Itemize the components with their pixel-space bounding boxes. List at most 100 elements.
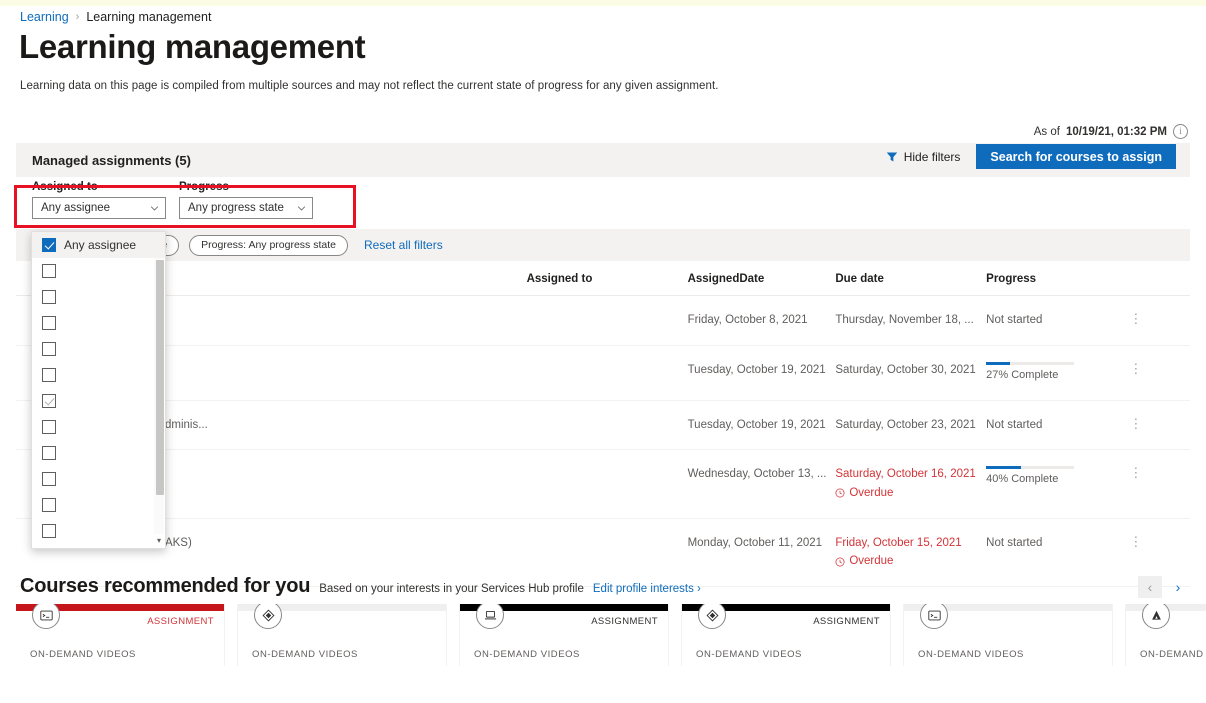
- checkbox-icon[interactable]: [42, 498, 56, 512]
- card-body: ASSIGNMENT ON-DEMAND VIDEOS: [16, 604, 224, 666]
- due-date-value: Saturday, October 23, 2021: [835, 418, 976, 431]
- assigned-to-value: Any assignee: [41, 202, 111, 214]
- checkbox-icon[interactable]: [42, 264, 56, 278]
- assignments-table: Course Assigned to AssignedDate Due date…: [16, 261, 1190, 587]
- progress-label: Not started: [986, 536, 1043, 549]
- checkbox-icon[interactable]: [42, 316, 56, 330]
- funnel-icon: [886, 151, 898, 163]
- card-content-type: ON-DEMAND VIDEOS: [918, 649, 1024, 660]
- table-row[interactable]: ation SkillsWednesday, October 13, ...Sa…: [16, 449, 1190, 519]
- laptop-icon: [476, 604, 504, 629]
- table-row[interactable]: Friday, October 8, 2021 Thursday, Novembe…: [16, 295, 1190, 346]
- terminal-icon: [920, 604, 948, 629]
- dropdown-option[interactable]: [32, 388, 165, 414]
- cell-assigned-date: Wednesday, October 13, ...: [687, 449, 836, 519]
- cell-actions: ⋮: [1128, 295, 1190, 346]
- card-content-type: ON-DEMAND VIDEOS: [30, 649, 136, 660]
- breadcrumb-separator-icon: ›: [75, 11, 80, 23]
- card-assignment-tag: ASSIGNMENT: [591, 616, 658, 627]
- card-content-type: ON-DEMAND VIDEOS: [252, 649, 358, 660]
- cell-assigned-date: Tuesday, October 19, 2021: [687, 400, 836, 451]
- dropdown-option[interactable]: [32, 310, 165, 336]
- checkbox-icon[interactable]: [42, 342, 56, 356]
- cell-progress: Not started: [986, 518, 1129, 587]
- progress-label: 40% Complete: [986, 473, 1059, 486]
- recommended-course-card[interactable]: ASSIGNMENT ON-DEMAND VIDEOS: [16, 604, 224, 666]
- checkbox-icon[interactable]: [42, 394, 56, 408]
- card-body: ASSIGNMENT ON-DEMAND VIDEOS: [682, 604, 890, 666]
- card-content-type: ON-DEMAND VIDEOS: [696, 649, 802, 660]
- progress-dropdown[interactable]: Any progress state: [179, 197, 313, 219]
- checkbox-icon[interactable]: [42, 524, 56, 538]
- checkbox-icon[interactable]: [42, 368, 56, 382]
- search-courses-button[interactable]: Search for courses to assign: [976, 144, 1176, 169]
- hide-filters-button[interactable]: Hide filters: [882, 146, 965, 168]
- dropdown-option[interactable]: Any assignee: [32, 232, 165, 258]
- column-header-assigned-to[interactable]: Assigned to: [526, 261, 688, 296]
- assignee-dropdown-list[interactable]: Any assignee ▾: [31, 231, 166, 549]
- progress-fill: [986, 361, 1010, 365]
- kebab-menu-icon[interactable]: ⋮: [1129, 535, 1143, 548]
- recommended-title: Courses recommended for you: [20, 575, 311, 597]
- diamond-icon: [698, 604, 726, 629]
- recommended-course-card[interactable]: ASSIGNMENT ON-DEMAND VIDEOS: [682, 604, 890, 666]
- due-date-value: Friday, October 15, 2021: [835, 536, 962, 549]
- as-of-label: As of: [1033, 125, 1060, 138]
- kebab-menu-icon[interactable]: ⋮: [1129, 417, 1143, 430]
- dropdown-option[interactable]: [32, 466, 165, 492]
- column-header-due-date[interactable]: Due date: [835, 261, 987, 296]
- checkbox-icon[interactable]: [42, 420, 56, 434]
- card-content-type: ON-DEMAND VIDE: [1140, 649, 1206, 660]
- card-assignment-tag: ASSIGNMENT: [147, 616, 214, 627]
- card-body: ON-DEMAND VIDEOS: [904, 604, 1112, 666]
- chevron-left-icon[interactable]: ‹: [1138, 576, 1162, 598]
- dropdown-option[interactable]: [32, 492, 165, 518]
- recommended-course-card[interactable]: ON-DEMAND VIDEOS: [904, 604, 1112, 666]
- due-date-value: Saturday, October 30, 2021: [835, 363, 976, 376]
- cell-due-date: Thursday, November 18, ...: [835, 295, 987, 346]
- cell-progress: Not started: [986, 400, 1129, 451]
- kebab-menu-icon[interactable]: ⋮: [1129, 362, 1143, 375]
- dropdown-option[interactable]: [32, 258, 165, 284]
- chevron-right-icon[interactable]: ›: [1166, 576, 1190, 598]
- carousel-nav: ‹ ›: [1138, 576, 1190, 598]
- edit-profile-interests-link[interactable]: Edit profile interests ›: [593, 583, 701, 595]
- kebab-menu-icon[interactable]: ⋮: [1129, 312, 1143, 325]
- recommended-course-card[interactable]: ON-DEMAND VIDEOS: [238, 604, 446, 666]
- dropdown-scrollbar-thumb[interactable]: [156, 260, 164, 495]
- dropdown-scroll-down-icon[interactable]: ▾: [154, 536, 164, 546]
- terminal-icon: [32, 604, 60, 629]
- filter-bar: Assigned to Any assignee Progress Any pr…: [16, 177, 1190, 229]
- recommended-course-card[interactable]: ON-DEMAND VIDE: [1126, 604, 1206, 666]
- dropdown-option[interactable]: [32, 440, 165, 466]
- reset-all-filters-link[interactable]: Reset all filters: [364, 238, 443, 252]
- dropdown-option[interactable]: [32, 414, 165, 440]
- table-row[interactable]: Manager: Concepts and Adminis...Tuesday,…: [16, 400, 1190, 451]
- checkbox-icon[interactable]: [42, 446, 56, 460]
- checkbox-icon[interactable]: [42, 290, 56, 304]
- cell-assigned-date: Monday, October 11, 2021: [687, 518, 836, 587]
- as-of-value: 10/19/21, 01:32 PM: [1065, 125, 1167, 138]
- card-body: ON-DEMAND VIDEOS: [238, 604, 446, 666]
- dropdown-option[interactable]: [32, 336, 165, 362]
- dropdown-option[interactable]: [32, 518, 165, 544]
- cell-progress: Not started: [986, 295, 1129, 346]
- card-content-type: ON-DEMAND VIDEOS: [474, 649, 580, 660]
- recommended-course-card[interactable]: ASSIGNMENT ON-DEMAND VIDEOS: [460, 604, 668, 666]
- checkbox-icon[interactable]: [42, 472, 56, 486]
- breadcrumb-link-learning[interactable]: Learning: [20, 10, 69, 24]
- cell-actions: ⋮: [1128, 400, 1190, 451]
- filter-chip-progress[interactable]: Progress: Any progress state: [189, 234, 348, 256]
- dropdown-option[interactable]: [32, 284, 165, 310]
- as-of-timestamp: As of 10/19/21, 01:32 PM i: [1034, 124, 1188, 139]
- checkbox-icon[interactable]: [42, 238, 56, 252]
- dropdown-option[interactable]: [32, 362, 165, 388]
- assigned-to-dropdown[interactable]: Any assignee: [32, 197, 166, 219]
- column-header-assigned-date[interactable]: AssignedDate: [687, 261, 836, 296]
- info-icon[interactable]: i: [1173, 124, 1188, 139]
- table-row[interactable]: onnectTuesday, October 19, 2021Saturday,…: [16, 345, 1190, 401]
- column-header-progress[interactable]: Progress: [986, 261, 1129, 296]
- kebab-menu-icon[interactable]: ⋮: [1129, 466, 1143, 479]
- card-assignment-tag: ASSIGNMENT: [813, 616, 880, 627]
- overdue-badge: Overdue: [835, 553, 986, 570]
